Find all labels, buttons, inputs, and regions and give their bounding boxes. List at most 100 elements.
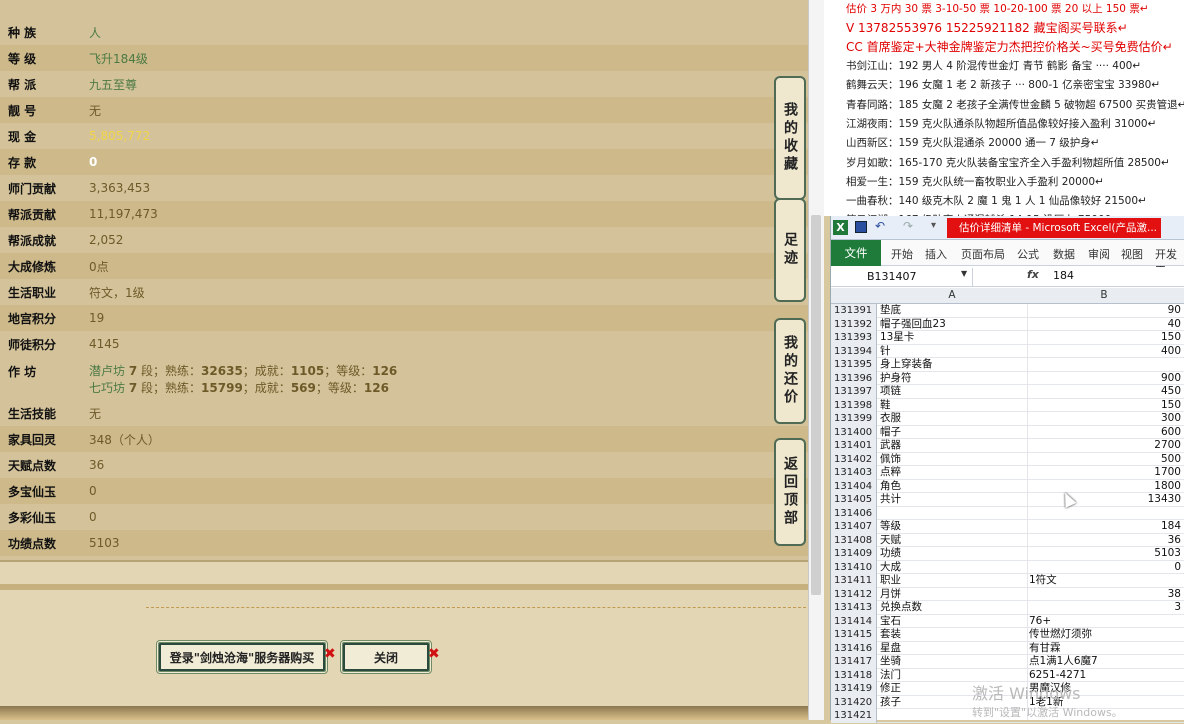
row-number[interactable]: 131419 bbox=[831, 682, 877, 696]
table-row[interactable]: 131410 大成 0 bbox=[831, 560, 1184, 574]
row-number[interactable]: 131397 bbox=[831, 385, 877, 399]
cell-b[interactable]: 400 bbox=[1027, 345, 1181, 359]
my-counteroffer-button[interactable]: 我的还价 bbox=[774, 318, 806, 424]
row-number[interactable]: 131398 bbox=[831, 398, 877, 412]
cell-b[interactable]: 1符文 bbox=[1027, 574, 1181, 588]
row-number[interactable]: 131395 bbox=[831, 358, 877, 372]
cell-b[interactable]: 300 bbox=[1027, 412, 1181, 426]
cell-b[interactable]: 450 bbox=[1027, 385, 1181, 399]
tab-formulas[interactable]: 公式 bbox=[1017, 246, 1039, 262]
cell-b[interactable]: 1800 bbox=[1027, 480, 1181, 494]
table-row[interactable]: 131395 身上穿装备 bbox=[831, 358, 1184, 372]
table-row[interactable]: 131411 职业 1符文 bbox=[831, 574, 1184, 588]
row-number[interactable]: 131399 bbox=[831, 412, 877, 426]
row-number[interactable]: 131413 bbox=[831, 601, 877, 615]
table-row[interactable]: 131407 等级 184 bbox=[831, 520, 1184, 534]
row-number[interactable]: 131415 bbox=[831, 628, 877, 642]
row-number[interactable]: 131407 bbox=[831, 520, 877, 534]
table-row[interactable]: 131409 功绩 5103 bbox=[831, 547, 1184, 561]
table-row[interactable]: 131417 坐骑 点1满1人6魔7 bbox=[831, 655, 1184, 669]
row-number[interactable]: 131412 bbox=[831, 587, 877, 601]
cell-a[interactable]: 垫底 bbox=[880, 304, 901, 318]
table-row[interactable]: 131393 13星卡 150 bbox=[831, 331, 1184, 345]
cell-a[interactable]: 月饼 bbox=[880, 588, 901, 602]
cell-b[interactable]: 76+ bbox=[1027, 615, 1181, 629]
cell-b[interactable]: 184 bbox=[1027, 520, 1181, 534]
table-row[interactable]: 131400 帽子 600 bbox=[831, 425, 1184, 440]
cell-a[interactable]: 身上穿装备 bbox=[880, 358, 933, 372]
row-number[interactable]: 131402 bbox=[831, 452, 877, 466]
row-number[interactable]: 131393 bbox=[831, 331, 877, 345]
row-number[interactable]: 131418 bbox=[831, 668, 877, 682]
table-row[interactable]: 131404 角色 1800 bbox=[831, 479, 1184, 494]
tab-home[interactable]: 开始 bbox=[891, 246, 913, 262]
row-number[interactable]: 131391 bbox=[831, 304, 877, 318]
row-number[interactable]: 131416 bbox=[831, 641, 877, 655]
table-row[interactable]: 131415 套装 传世燃灯须弥 bbox=[831, 628, 1184, 642]
row-number[interactable]: 131406 bbox=[831, 506, 877, 520]
save-icon[interactable] bbox=[855, 221, 867, 233]
cell-a[interactable]: 套装 bbox=[880, 628, 901, 642]
tab-data[interactable]: 数据 bbox=[1053, 246, 1075, 262]
table-row[interactable]: 131399 衣服 300 bbox=[831, 412, 1184, 426]
formula-input[interactable]: 184 bbox=[1053, 269, 1074, 282]
cell-a[interactable]: 帽子强回血23 bbox=[880, 318, 946, 332]
tab-review[interactable]: 审阅 bbox=[1088, 246, 1110, 262]
table-row[interactable]: 131412 月饼 38 bbox=[831, 587, 1184, 602]
cell-a[interactable]: 孩子 bbox=[880, 696, 901, 710]
login-server-buy-button[interactable]: 登录"剑烛沧海"服务器购买 bbox=[156, 640, 328, 674]
cell-a[interactable]: 共计 bbox=[880, 493, 901, 507]
cell-b[interactable]: 900 bbox=[1027, 372, 1181, 386]
cell-b[interactable]: 1700 bbox=[1027, 466, 1181, 480]
cell-a[interactable]: 天赋 bbox=[880, 534, 901, 548]
row-number[interactable]: 131404 bbox=[831, 479, 877, 493]
table-row[interactable]: 131392 帽子强回血23 40 bbox=[831, 317, 1184, 332]
table-row[interactable]: 131401 武器 2700 bbox=[831, 439, 1184, 453]
cell-a[interactable]: 坐骑 bbox=[880, 655, 901, 669]
cell-a[interactable]: 法门 bbox=[880, 669, 901, 683]
cell-a[interactable]: 武器 bbox=[880, 439, 901, 453]
table-row[interactable]: 131413 兑换点数 3 bbox=[831, 601, 1184, 615]
table-row[interactable]: 131398 鞋 150 bbox=[831, 398, 1184, 413]
undo-icon[interactable]: ↶ bbox=[875, 219, 885, 233]
table-row[interactable]: 131406 bbox=[831, 506, 1184, 520]
table-row[interactable]: 131397 项链 450 bbox=[831, 385, 1184, 399]
cell-b[interactable]: 2700 bbox=[1027, 439, 1181, 453]
table-row[interactable]: 131403 点粹 1700 bbox=[831, 466, 1184, 480]
redo-icon[interactable]: ↷ bbox=[903, 219, 913, 233]
cell-b[interactable]: 有甘霖 bbox=[1027, 642, 1181, 656]
row-number[interactable]: 131403 bbox=[831, 466, 877, 480]
cell-b[interactable]: 38 bbox=[1027, 588, 1181, 602]
table-row[interactable]: 131416 星盘 有甘霖 bbox=[831, 641, 1184, 656]
cell-a[interactable]: 13星卡 bbox=[880, 331, 914, 345]
row-number[interactable]: 131421 bbox=[831, 709, 877, 723]
table-row[interactable]: 131396 护身符 900 bbox=[831, 371, 1184, 386]
cell-a[interactable]: 鞋 bbox=[880, 399, 891, 413]
cell-a[interactable]: 等级 bbox=[880, 520, 901, 534]
cell-a[interactable]: 帽子 bbox=[880, 426, 901, 440]
row-number[interactable]: 131410 bbox=[831, 560, 877, 574]
cell-a[interactable]: 星盘 bbox=[880, 642, 901, 656]
cell-a[interactable]: 宝石 bbox=[880, 615, 901, 629]
row-number[interactable]: 131396 bbox=[831, 371, 877, 385]
cell-b[interactable]: 150 bbox=[1027, 399, 1181, 413]
cell-b[interactable]: 90 bbox=[1027, 304, 1181, 318]
row-number[interactable]: 131409 bbox=[831, 547, 877, 561]
cell-a[interactable]: 兑换点数 bbox=[880, 601, 922, 615]
cell-a[interactable]: 护身符 bbox=[880, 372, 912, 386]
cell-a[interactable]: 衣服 bbox=[880, 412, 901, 426]
row-number[interactable]: 131392 bbox=[831, 317, 877, 331]
row-number[interactable]: 131408 bbox=[831, 533, 877, 547]
back-to-top-button[interactable]: 返回顶部 bbox=[774, 438, 806, 546]
tab-file[interactable]: 文件 bbox=[831, 240, 881, 266]
row-number[interactable]: 131411 bbox=[831, 574, 877, 588]
close-button[interactable]: 关闭 bbox=[340, 640, 432, 674]
name-box[interactable]: B131407 bbox=[831, 268, 973, 286]
cell-b[interactable]: 600 bbox=[1027, 426, 1181, 440]
cell-a[interactable]: 功绩 bbox=[880, 547, 901, 561]
cell-b[interactable]: 36 bbox=[1027, 534, 1181, 548]
cell-a[interactable]: 职业 bbox=[880, 574, 901, 588]
fx-icon[interactable]: fx bbox=[1027, 268, 1039, 281]
cell-a[interactable]: 修正 bbox=[880, 682, 901, 696]
cell-b[interactable]: 传世燃灯须弥 bbox=[1027, 628, 1181, 642]
